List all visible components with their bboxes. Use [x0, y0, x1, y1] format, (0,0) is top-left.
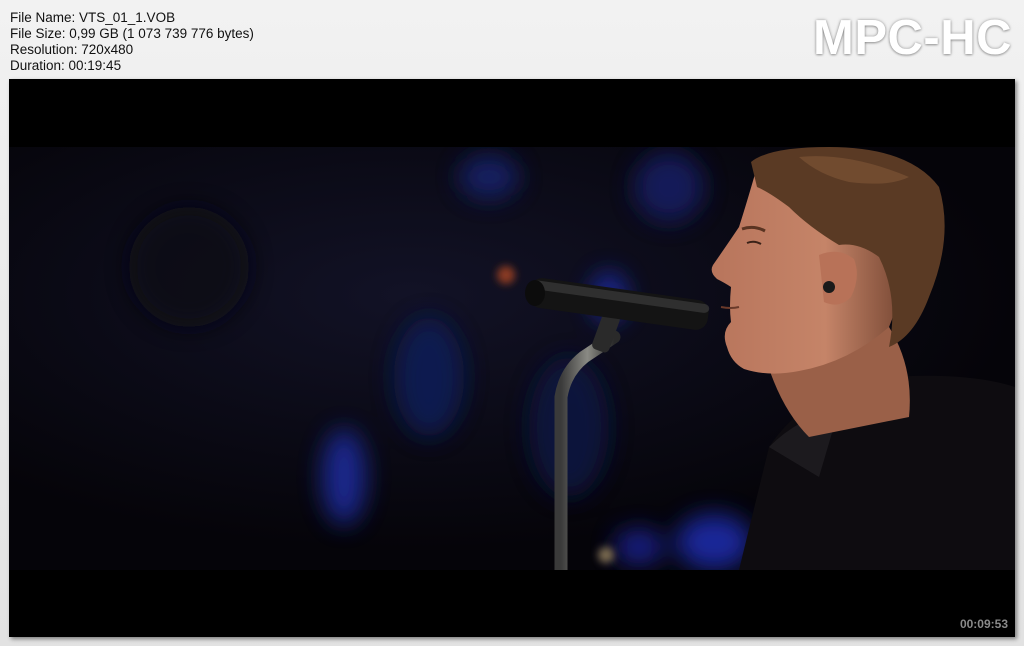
timestamp-overlay: 00:09:53: [959, 617, 1008, 631]
duration-text: Duration: 00:19:45: [10, 58, 122, 73]
concert-scene-image: [9, 147, 1015, 570]
resolution-text: Resolution: 720x480: [10, 42, 134, 57]
file-size-text: File Size: 0,99 GB (1 073 739 776 bytes): [10, 26, 254, 41]
file-name-text: File Name: VTS_01_1.VOB: [10, 10, 176, 25]
video-frame: [9, 147, 1015, 570]
file-info-panel: File Name: VTS_01_1.VOB File Size: 0,99 …: [10, 10, 254, 74]
video-thumbnail: 00:09:53: [9, 79, 1015, 637]
mpc-hc-logo: MPC-HC: [813, 11, 1012, 65]
